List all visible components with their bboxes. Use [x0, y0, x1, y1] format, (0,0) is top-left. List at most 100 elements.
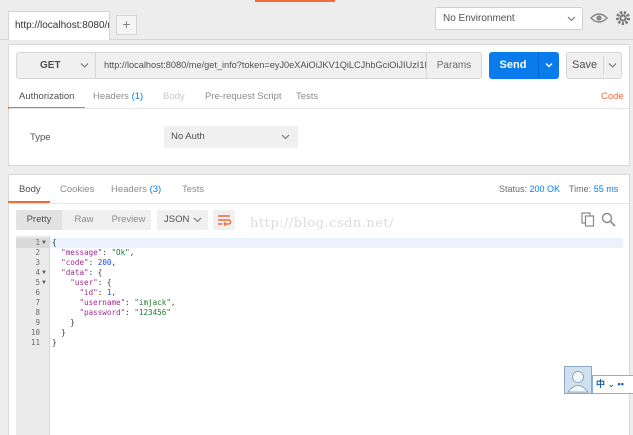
fold-toggle-icon[interactable]: ▼ — [41, 238, 47, 248]
brace: } — [52, 338, 57, 347]
tab-response-headers[interactable]: Headers (3) — [111, 184, 161, 195]
search-icon[interactable] — [601, 212, 616, 227]
save-divider — [603, 56, 604, 75]
status-value: 200 OK — [529, 184, 561, 194]
line-number: 7 — [35, 298, 40, 307]
active-line-highlight — [50, 238, 623, 248]
code-line: } — [52, 318, 75, 328]
code-line: "password": "123456" — [79, 308, 171, 317]
time-value: 55 ms — [593, 184, 619, 194]
json-key: "password" — [79, 308, 126, 317]
line-number: 11 — [30, 338, 40, 347]
chevron-down-icon — [567, 9, 576, 37]
line-number: 10 — [30, 328, 40, 337]
line-number: 6 — [35, 288, 40, 297]
chevron-down-icon — [80, 53, 89, 88]
json-number: 200 — [97, 258, 112, 267]
headers-count: (1) — [131, 91, 144, 102]
environment-select[interactable]: No Environment — [435, 7, 583, 30]
json-key: "username" — [79, 298, 126, 307]
json-key: "data" — [61, 268, 89, 277]
save-label: Save — [572, 59, 598, 71]
send-button[interactable]: Send — [489, 52, 559, 79]
save-button[interactable]: Save — [566, 52, 622, 79]
tab-tests[interactable]: Tests — [296, 91, 318, 102]
method-label: GET — [40, 60, 61, 71]
auth-type-label: Type — [30, 132, 51, 143]
code-line: } — [52, 338, 57, 348]
line-number: 4 — [35, 268, 40, 277]
chevron-down-icon — [193, 210, 202, 238]
eye-icon[interactable] — [589, 8, 609, 28]
copy-icon[interactable] — [581, 212, 595, 227]
code-line: } — [52, 328, 66, 338]
divider — [9, 203, 629, 204]
chevron-down-icon[interactable] — [608, 53, 617, 88]
json-string: "123456" — [134, 308, 171, 317]
status-label: Status: — [499, 184, 528, 194]
watermark: http://blog.csdn.net/ — [250, 216, 394, 231]
json-key: "message" — [61, 248, 103, 257]
code-link[interactable]: Code — [601, 91, 624, 102]
format-toggle: Pretty Raw Preview — [16, 210, 151, 230]
tab-authorization[interactable]: Authorization — [19, 91, 74, 102]
line-number: 2 — [35, 248, 40, 257]
send-label: Send — [499, 59, 527, 71]
code-line: "user": { — [70, 278, 112, 287]
headers-count: (3) — [149, 184, 162, 195]
json-number: 1 — [106, 288, 112, 297]
loading-indicator — [255, 0, 335, 2]
tab-test-results[interactable]: Tests — [182, 184, 204, 195]
request-tab[interactable]: http://localhost:8080/me/get_info — [8, 11, 110, 40]
brace: { — [52, 238, 57, 247]
send-options-icon[interactable] — [539, 52, 559, 79]
tab-body[interactable]: Body — [163, 91, 185, 102]
json-key: "id" — [79, 288, 98, 297]
raw-button[interactable]: Raw — [62, 210, 106, 230]
brace: } — [61, 328, 66, 337]
brace: } — [70, 318, 75, 327]
ime-toolbar[interactable]: 中 ⌄ •• — [592, 375, 633, 394]
json-key: "user" — [70, 278, 98, 287]
fold-toggle-icon[interactable]: ▼ — [41, 268, 47, 278]
url-input[interactable]: http://localhost:8080/me/get_info?token=… — [96, 52, 426, 79]
preview-button[interactable]: Preview — [106, 210, 151, 230]
add-tab-button[interactable]: + — [116, 15, 137, 35]
wrap-lines-icon[interactable] — [213, 210, 235, 230]
code-line: { — [52, 238, 57, 248]
avatar[interactable] — [564, 366, 592, 394]
code-line: "message": "Ok", — [61, 248, 135, 257]
json-string: "imjack" — [134, 298, 171, 307]
language-select[interactable]: JSON — [157, 210, 208, 230]
line-number: 9 — [35, 318, 40, 327]
code-line: "data": { — [61, 268, 103, 277]
auth-type-select[interactable]: No Auth — [164, 126, 298, 148]
gear-icon[interactable] — [614, 8, 632, 28]
tab-cookies[interactable]: Cookies — [60, 184, 94, 195]
tab-label: Headers — [93, 91, 129, 102]
chevron-down-icon — [281, 126, 290, 157]
tab-label: Headers — [111, 184, 147, 195]
response-status: Status: 200 OK — [499, 184, 560, 194]
json-string: "Ok" — [111, 248, 130, 257]
language-value: JSON — [164, 214, 190, 225]
code-line: "username": "imjack", — [79, 298, 176, 307]
method-select[interactable]: GET — [16, 52, 96, 79]
line-number: 8 — [35, 308, 40, 317]
pretty-button[interactable]: Pretty — [16, 210, 62, 230]
json-key: "code" — [61, 258, 89, 267]
line-number: 5 — [35, 278, 40, 287]
time-label: Time: — [569, 184, 592, 194]
code-line: "code": 200, — [61, 258, 117, 267]
divider — [9, 108, 629, 109]
environment-label: No Environment — [443, 13, 515, 24]
tab-headers[interactable]: Headers (1) — [93, 91, 143, 102]
tab-prerequest-script[interactable]: Pre-request Script — [205, 91, 282, 102]
auth-type-value: No Auth — [171, 131, 205, 142]
line-number: 1 — [35, 238, 40, 247]
fold-toggle-icon[interactable]: ▼ — [41, 278, 47, 288]
line-number: 3 — [35, 258, 40, 267]
response-time: Time: 55 ms — [569, 184, 618, 194]
params-button[interactable]: Params — [426, 52, 482, 79]
tab-response-body[interactable]: Body — [19, 184, 41, 195]
